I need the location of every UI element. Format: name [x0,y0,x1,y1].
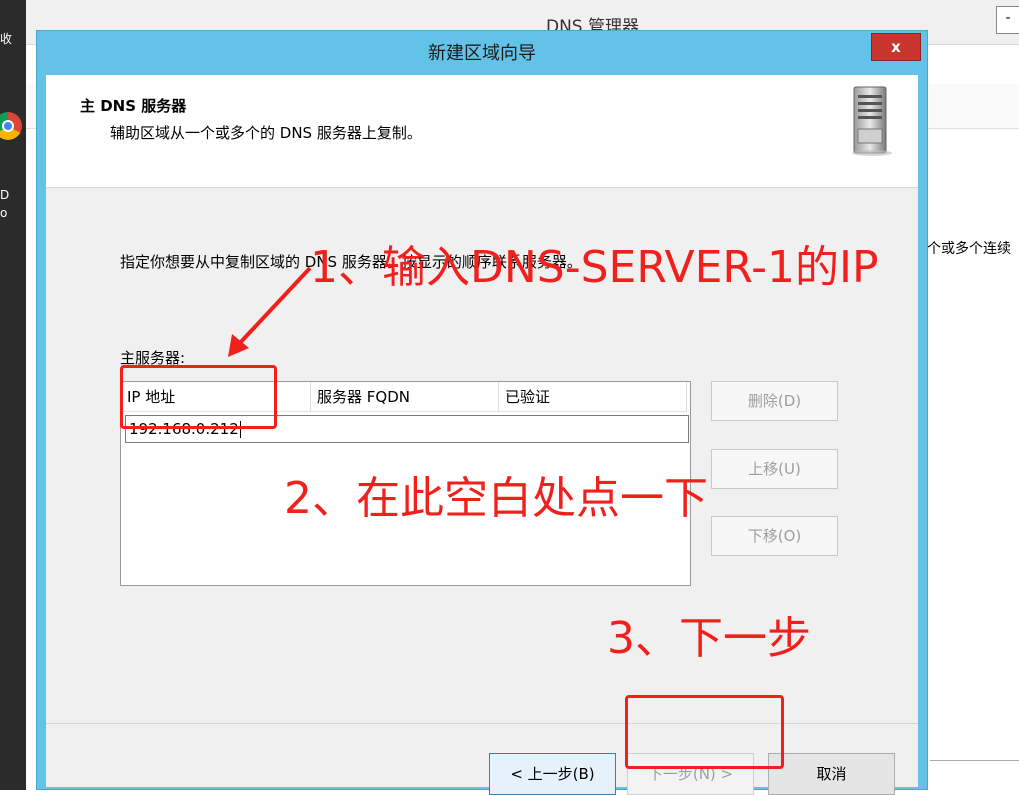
annotation-step1: 1、输入DNS-SERVER-1的IP [310,242,879,293]
annotation-step3: 3、下一步 [607,613,811,664]
annotation-box-ip [120,365,277,429]
annotation-box-next [625,695,784,769]
annotation-step2: 2、在此空白处点一下 [284,473,708,524]
